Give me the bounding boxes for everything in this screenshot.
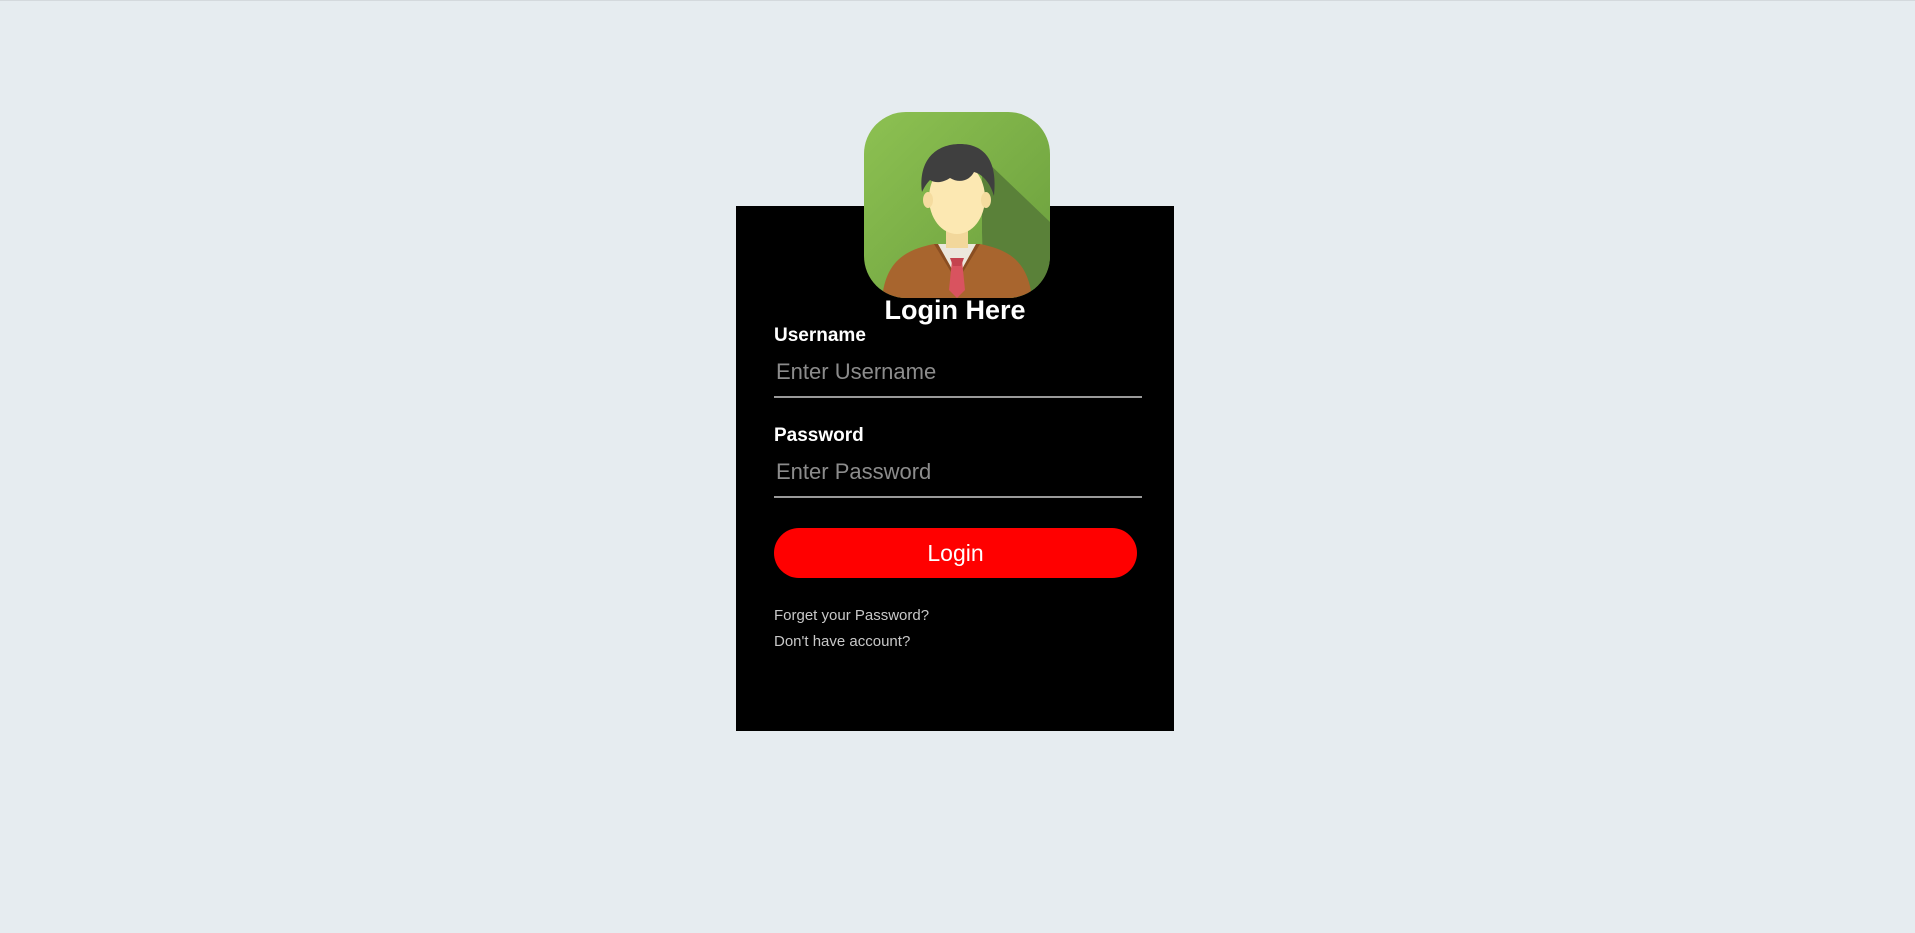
forgot-password-link[interactable]: Forget your Password? <box>774 607 929 625</box>
user-avatar-icon <box>864 112 1050 298</box>
top-border <box>0 0 1915 1</box>
signup-link[interactable]: Don't have account? <box>774 633 910 651</box>
password-input[interactable] <box>774 448 1142 498</box>
page-title: Login Here <box>884 295 1026 325</box>
password-label: Password <box>774 425 864 446</box>
login-button[interactable]: Login <box>774 528 1137 578</box>
login-form: Username Password <box>774 324 1142 498</box>
field-spacer <box>774 398 1142 424</box>
username-input[interactable] <box>774 348 1142 398</box>
username-label: Username <box>774 325 866 346</box>
